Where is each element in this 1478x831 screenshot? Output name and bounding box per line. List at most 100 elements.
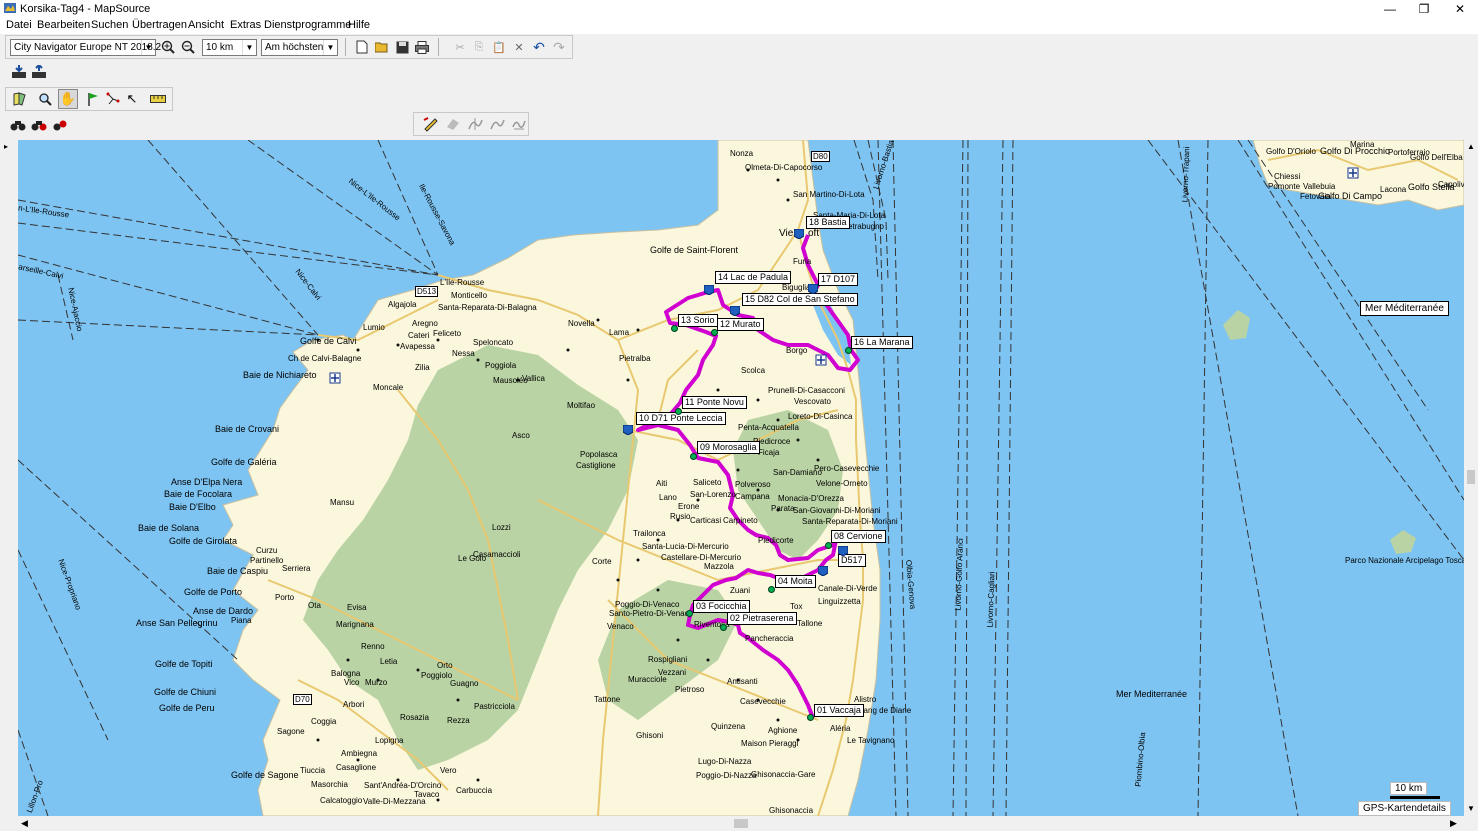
receive-from-device-button[interactable] (10, 63, 28, 81)
find-recent-button[interactable] (51, 116, 69, 134)
scroll-up-arrow-icon[interactable]: ▲ (1467, 142, 1475, 151)
waypoint-flag-icon[interactable] (808, 284, 818, 294)
scroll-right-arrow-icon[interactable]: ▶ (1450, 818, 1457, 829)
zoom-out-button[interactable] (179, 38, 197, 56)
waypoint-flag-icon[interactable] (730, 306, 740, 316)
place-label: Lacona (1380, 185, 1407, 194)
track-eraser-button[interactable] (444, 115, 462, 133)
waypoint-label-12[interactable]: 12 Murato (717, 318, 764, 331)
paste-button[interactable]: 📋 (490, 38, 508, 56)
track-divide-button[interactable] (466, 115, 484, 133)
undo-button[interactable]: ↶ (530, 38, 548, 56)
waypoint-label-14[interactable]: 14 Lac de Padula (715, 271, 792, 284)
close-button[interactable]: ✕ (1446, 0, 1474, 18)
menu-datei[interactable]: Datei (5, 19, 33, 31)
waypoint-marker[interactable] (671, 325, 678, 332)
place-label: Sant'Andréa-D'Orcino (364, 781, 442, 790)
map-product-select[interactable]: City Navigator Europe NT 2018.2 ▼ (10, 39, 161, 56)
waypoint-flag-icon[interactable] (818, 566, 828, 576)
waypoint-label-01[interactable]: 01 Vaccaja (814, 704, 864, 717)
vertical-scrollbar[interactable]: ▲ ▼ (1464, 140, 1478, 816)
waypoint-label-11[interactable]: 11 Ponte Novu (682, 396, 747, 409)
waypoint-marker[interactable] (675, 408, 682, 415)
waypoint-label-15[interactable]: 15 D82 Col de San Stefano (742, 293, 858, 306)
waypoint-flag-icon[interactable] (704, 285, 714, 295)
detail-level-select[interactable]: Am höchsten ▼ (261, 39, 338, 56)
find-places-button[interactable] (9, 116, 27, 134)
place-label: Algajola (388, 300, 417, 309)
waypoint-label-03[interactable]: 03 Focicchia (693, 600, 750, 613)
scroll-left-arrow-icon[interactable]: ◀ (21, 818, 28, 829)
send-to-device-button[interactable] (30, 63, 48, 81)
waypoint-marker[interactable] (720, 624, 727, 631)
waypoint-label-09[interactable]: 09 Morosaglia (697, 441, 760, 454)
filter-track-icon (512, 120, 526, 130)
place-label: Saliceto (693, 478, 722, 487)
place-label: Scolca (741, 366, 766, 375)
receive-device-icon (12, 65, 26, 78)
place-label: Mazzola (704, 562, 734, 571)
menu-dienstprogramme[interactable]: Dienstprogramme (263, 19, 352, 31)
new-button[interactable] (353, 38, 371, 56)
scroll-down-arrow-icon[interactable]: ▼ (1467, 804, 1475, 813)
zoom-in-button[interactable] (159, 38, 177, 56)
waypoint-marker[interactable] (825, 542, 832, 549)
print-button[interactable] (413, 38, 431, 56)
waypoint-marker[interactable] (768, 586, 775, 593)
menu-bearbeiten[interactable]: Bearbeiten (36, 19, 91, 31)
track-edit-button[interactable] (422, 115, 440, 133)
waypoint-label-17[interactable]: 17 D107 (818, 273, 859, 286)
waypoint-marker[interactable] (807, 714, 814, 721)
selection-tool-button[interactable]: ↖ (123, 90, 141, 108)
place-label: Avapessa (400, 342, 435, 351)
waypoint-flag-icon[interactable] (623, 425, 633, 435)
sea-label: Golfe de Girolata (169, 536, 238, 546)
waypoint-flag-icon[interactable] (794, 229, 804, 239)
waypoint-label-13[interactable]: 13 Sorio (678, 314, 718, 327)
place-label: Etang de Diane (856, 706, 912, 715)
save-button[interactable] (393, 38, 411, 56)
place-label: Vie (779, 228, 794, 239)
track-toolbar (413, 112, 529, 136)
menu-ansicht[interactable]: Ansicht (187, 19, 225, 31)
waypoint-label-02[interactable]: 02 Pietraserena (727, 612, 797, 625)
menu-suchen[interactable]: Suchen (90, 19, 129, 31)
delete-button[interactable]: ✕ (510, 38, 528, 56)
zoom-level-select[interactable]: 10 km ▼ (202, 39, 257, 56)
find-nearby-button[interactable] (30, 116, 48, 134)
minimize-button[interactable]: — (1376, 0, 1404, 18)
menu-uebertragen[interactable]: Übertragen (131, 19, 188, 31)
horizontal-scrollbar[interactable]: ◀ ▶ (18, 816, 1464, 831)
horizontal-scroll-thumb[interactable] (734, 819, 748, 828)
track-filter-button[interactable] (510, 115, 528, 133)
waypoint-label-16[interactable]: 16 La Marana (851, 336, 913, 349)
place-label: Rospigliani (648, 655, 688, 664)
waypoint-marker[interactable] (686, 610, 693, 617)
hand-tool-button[interactable]: ✋ (58, 89, 78, 109)
place-label: Tallone (797, 619, 823, 628)
waypoint-label-18[interactable]: 18 Bastia (806, 216, 850, 229)
waypoint-tool-button[interactable] (84, 90, 102, 108)
redo-button[interactable]: ↷ (550, 38, 568, 56)
place-label: Partinello (250, 556, 284, 565)
sea-label: Baie de Nichiareto (243, 370, 317, 380)
copy-button[interactable]: ⎘ (470, 38, 488, 56)
waypoint-marker[interactable] (690, 453, 697, 460)
zoom-tool-button[interactable] (36, 90, 54, 108)
track-join-button[interactable] (488, 115, 506, 133)
cut-button[interactable]: ✂ (451, 38, 469, 56)
menu-extras[interactable]: Extras (229, 19, 262, 31)
distance-tool-button[interactable] (149, 90, 167, 108)
waypoint-label-04[interactable]: 04 Moita (775, 575, 816, 588)
vertical-scroll-thumb[interactable] (1467, 470, 1475, 484)
menu-hilfe[interactable]: Hilfe (347, 19, 371, 31)
route-tool-button[interactable] (104, 90, 122, 108)
gps-map-details-label[interactable]: GPS-Kartendetails (1358, 801, 1451, 816)
waypoint-label-08[interactable]: 08 Cervione (831, 530, 886, 543)
map-tool-button[interactable] (11, 90, 29, 108)
map-canvas[interactable]: Golfe de Saint-Florent Golfe de Calvi Ba… (18, 140, 1464, 816)
waypoint-flag-icon[interactable] (838, 546, 848, 556)
collapse-arrow-icon[interactable]: ▸ (4, 142, 8, 151)
restore-button[interactable]: ❐ (1410, 0, 1438, 18)
open-button[interactable] (373, 38, 391, 56)
